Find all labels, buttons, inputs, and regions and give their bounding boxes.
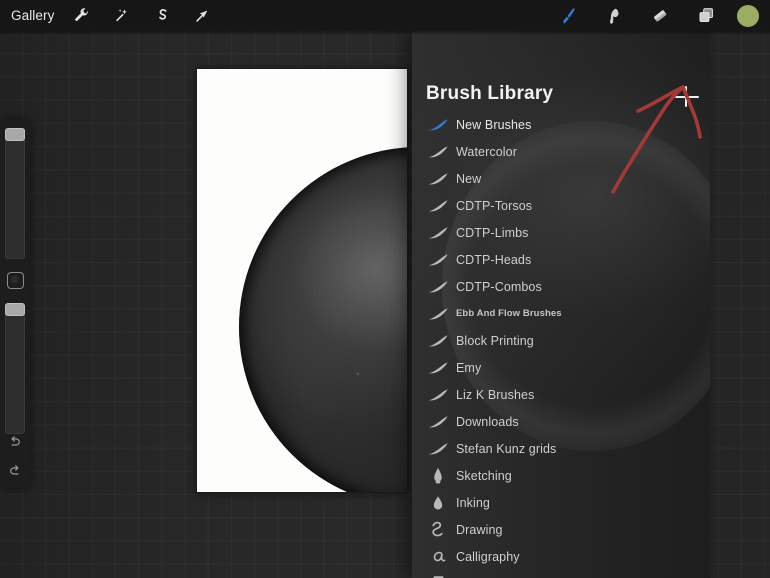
brush-set-label: Downloads (456, 414, 519, 429)
brush-set-label: Emy (456, 360, 482, 375)
procreate-app-window: Brush Library New Brushes Watercolor New CD… (0, 0, 770, 578)
brush-set-label: Sketching (456, 468, 512, 483)
brush-size-slider[interactable] (5, 128, 25, 259)
brush-library-panel: Brush Library New Brushes Watercolor New CD… (412, 31, 710, 578)
artwork-ink-wash (197, 69, 407, 492)
brush-set-row[interactable]: Emy (412, 354, 710, 381)
brush-set-row[interactable]: CDTP-Heads (412, 246, 710, 273)
modify-button[interactable] (7, 272, 24, 289)
left-sidebar (0, 120, 30, 488)
brush-stroke-icon (420, 361, 456, 375)
selection-icon[interactable] (147, 4, 176, 28)
brush-stroke-icon (420, 388, 456, 402)
gallery-button[interactable]: Gallery (11, 0, 54, 31)
artboard[interactable] (196, 68, 408, 493)
brush-set-row[interactable]: Calligraphy (412, 543, 710, 570)
actions-wrench-icon[interactable] (67, 4, 96, 28)
brush-set-row[interactable]: Downloads (412, 408, 710, 435)
brush-set-label: Block Printing (456, 333, 534, 348)
smudge-icon[interactable] (599, 3, 629, 29)
brush-stroke-icon (420, 118, 456, 132)
brush-set-label: CDTP-Combos (456, 279, 542, 294)
brush-stroke-icon (420, 307, 456, 321)
brush-set-row[interactable]: CDTP-Limbs (412, 219, 710, 246)
top-toolbar: Gallery (0, 0, 770, 31)
brush-set-label: CDTP-Limbs (456, 225, 529, 240)
brush-set-row[interactable]: Drawing (412, 516, 710, 543)
brush-set-label: Watercolor (456, 144, 517, 159)
brush-stroke-icon (420, 226, 456, 240)
brush-set-label: Calligraphy (456, 549, 520, 564)
brush-set-label: Ebb And Flow Brushes (456, 308, 562, 319)
brush-set-row[interactable]: Watercolor (412, 138, 710, 165)
brush-set-label: New (456, 171, 482, 186)
left-tool-group (67, 4, 227, 28)
brush-stroke-icon (420, 280, 456, 294)
brush-set-row[interactable]: Ebb And Flow Brushes (412, 300, 710, 327)
brush-stroke-icon (420, 253, 456, 267)
brush-set-row[interactable]: Stefan Kunz grids (412, 435, 710, 462)
opacity-slider[interactable] (5, 303, 25, 434)
brush-stroke-icon (420, 199, 456, 213)
brush-stroke-icon (420, 145, 456, 159)
scribble-icon (420, 521, 456, 539)
paintbrush-icon[interactable] (553, 3, 583, 29)
brush-set-label: CDTP-Heads (456, 252, 532, 267)
right-tool-group (537, 0, 762, 31)
brush-set-list[interactable]: New Brushes Watercolor New CDTP-Torsos CDTP-… (412, 111, 710, 578)
opacity-knob[interactable] (5, 303, 25, 316)
ink-wash-speckles (239, 147, 407, 492)
brush-set-row[interactable]: CDTP-Torsos (412, 192, 710, 219)
brush-stroke-icon (420, 334, 456, 348)
undo-arrow-icon[interactable] (4, 431, 26, 453)
add-brush-set-button[interactable] (674, 84, 700, 110)
eraser-icon[interactable] (645, 3, 675, 29)
brush-set-row[interactable]: New Brushes (412, 111, 710, 138)
ink-drop-icon (420, 495, 456, 511)
brush-set-label: Drawing (456, 522, 503, 537)
pencil-tip-icon (420, 467, 456, 484)
brush-set-row[interactable]: Painting (412, 570, 710, 578)
transform-arrow-icon[interactable] (187, 4, 216, 28)
color-swatch[interactable] (737, 4, 759, 27)
brush-size-knob[interactable] (5, 128, 25, 141)
brush-set-row[interactable]: New (412, 165, 710, 192)
brush-set-row[interactable]: CDTP-Combos (412, 273, 710, 300)
redo-arrow-icon[interactable] (4, 460, 26, 482)
brush-set-label: New Brushes (456, 117, 532, 132)
brush-stroke-icon (420, 442, 456, 456)
layers-icon[interactable] (691, 3, 721, 29)
brush-stroke-icon (420, 415, 456, 429)
brush-set-row[interactable]: Liz K Brushes (412, 381, 710, 408)
brush-set-label: CDTP-Torsos (456, 198, 533, 213)
brush-set-row[interactable]: Block Printing (412, 327, 710, 354)
magic-wand-icon[interactable] (107, 4, 136, 28)
brush-set-label: Stefan Kunz grids (456, 441, 557, 456)
flat-brush-icon (420, 575, 456, 578)
brush-set-row[interactable]: Sketching (412, 462, 710, 489)
brush-set-row[interactable]: Inking (412, 489, 710, 516)
brush-set-label: Liz K Brushes (456, 387, 535, 402)
brush-library-title: Brush Library (426, 83, 554, 104)
brush-stroke-icon (420, 172, 456, 186)
brush-set-label: Inking (456, 495, 490, 510)
letter-a-icon (420, 548, 456, 565)
